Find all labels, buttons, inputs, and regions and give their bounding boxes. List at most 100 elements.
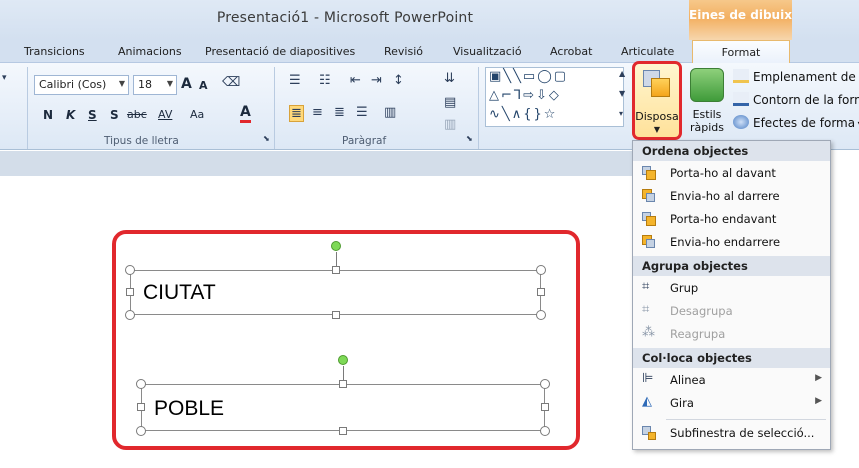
collapsed-group-icon[interactable]: ▾ — [2, 73, 7, 83]
textbox-poble[interactable]: POBLE — [141, 384, 545, 431]
menu-item-ungroup[interactable]: ⌗ Desagrupa — [633, 300, 830, 323]
resize-handle-corner[interactable] — [136, 426, 146, 436]
gallery-more-icon[interactable]: ▾ — [619, 109, 623, 118]
chevron-down-icon: ▼ — [855, 120, 859, 129]
tab-presentacio[interactable]: Presentació de diapositives — [205, 45, 355, 58]
menu-item-group[interactable]: ⌗ Grup — [633, 277, 830, 300]
menu-item-label: Desagrupa — [670, 304, 733, 318]
shapes-gallery[interactable]: ▣╲╲▭◯▢ △⌐⅂⇨⇩◇ ∿╲∧{}☆ — [485, 67, 624, 127]
rotate-handle[interactable] — [331, 241, 341, 251]
window-title: Presentació1 - Microsoft PowerPoint — [216, 10, 474, 26]
submenu-arrow-icon: ▶ — [815, 396, 822, 406]
shapes-row-1: ▣╲╲▭◯▢ — [489, 69, 569, 84]
menu-item-selection-pane[interactable]: Subfinestra de selecció... — [633, 422, 830, 445]
align-text-icon[interactable]: ▤ — [444, 95, 456, 110]
tab-transicions[interactable]: Transicions — [24, 45, 85, 58]
shapes-row-2: △⌐⅂⇨⇩◇ — [489, 88, 561, 103]
gallery-down-icon[interactable]: ▼ — [619, 89, 625, 98]
arrange-button[interactable]: Disposa ▼ — [632, 61, 682, 140]
italic-button[interactable]: K — [66, 106, 75, 124]
resize-handle-corner[interactable] — [540, 426, 550, 436]
resize-handle-corner[interactable] — [536, 310, 546, 320]
menu-item-label: Reagrupa — [670, 327, 726, 341]
menu-header-position: Col·loca objectes — [633, 348, 830, 368]
strikethrough-button[interactable]: abc — [127, 106, 147, 124]
send-to-back-icon — [642, 189, 656, 203]
regroup-icon: ⁂ — [642, 325, 655, 340]
decrease-indent-icon[interactable]: ⇤ — [350, 73, 361, 88]
resize-handle-edge[interactable] — [126, 288, 134, 296]
group-separator — [27, 67, 28, 149]
tab-articulate[interactable]: Articulate — [621, 45, 674, 58]
text-direction-icon[interactable]: ⇊ — [444, 71, 455, 86]
smartart-icon[interactable]: ▥ — [444, 117, 456, 132]
dialog-launcher-icon[interactable]: ⬊ — [263, 134, 270, 143]
shapes-row-3: ∿╲∧{}☆ — [489, 107, 558, 122]
gallery-up-icon[interactable]: ▲ — [619, 69, 625, 78]
resize-handle-corner[interactable] — [125, 265, 135, 275]
bullets-icon[interactable]: ☰ — [289, 73, 301, 88]
increase-indent-icon[interactable]: ⇥ — [371, 73, 382, 88]
resize-handle-corner[interactable] — [540, 379, 550, 389]
shrink-font-button[interactable]: A — [199, 77, 208, 95]
menu-item-align[interactable]: ⊫ Alinea ▶ — [633, 369, 830, 392]
columns-icon[interactable]: ▥ — [384, 105, 396, 120]
align-center-icon[interactable]: ≡ — [312, 105, 323, 120]
menu-item-label: Porta-ho al davant — [670, 166, 776, 180]
change-case-button[interactable]: Aa — [190, 106, 204, 124]
chevron-down-icon: ▼ — [118, 79, 125, 88]
menu-item-label: Alinea — [670, 373, 706, 387]
quick-styles-icon[interactable] — [690, 68, 724, 102]
shape-effects-button[interactable]: Efectes de forma ▼ — [733, 115, 859, 130]
tab-revisio[interactable]: Revisió — [384, 45, 423, 58]
resize-handle-edge[interactable] — [339, 380, 347, 388]
align-right-icon[interactable]: ≣ — [334, 105, 345, 120]
resize-handle-edge[interactable] — [137, 403, 145, 411]
shape-effects-label: Efectes de forma — [753, 116, 856, 130]
shape-outline-button[interactable]: Contorn de la forma — [733, 92, 859, 107]
resize-handle-corner[interactable] — [125, 310, 135, 320]
font-size-combo[interactable]: 18 ▼ — [133, 75, 177, 95]
menu-item-regroup[interactable]: ⁂ Reagrupa — [633, 323, 830, 346]
justify-icon[interactable]: ☰ — [356, 105, 368, 120]
tab-format[interactable]: Format — [692, 40, 790, 64]
clear-format-icon[interactable]: ⌫ — [222, 75, 240, 90]
align-icon: ⊫ — [642, 371, 654, 386]
resize-handle-corner[interactable] — [536, 265, 546, 275]
underline-button[interactable]: S — [88, 106, 97, 124]
bold-button[interactable]: N — [43, 106, 53, 124]
resize-handle-edge[interactable] — [541, 403, 549, 411]
tab-animacions[interactable]: Animacions — [118, 45, 182, 58]
align-left-icon[interactable]: ≣ — [289, 105, 304, 122]
font-color-button[interactable]: A — [240, 104, 251, 123]
menu-item-label: Subfinestra de selecció... — [670, 426, 815, 440]
menu-item-bring-to-front[interactable]: Porta-ho al davant — [633, 162, 830, 185]
rotate-handle[interactable] — [338, 355, 348, 365]
quick-styles-label-2: ràpids — [689, 121, 724, 134]
grow-font-button[interactable]: A — [181, 75, 192, 93]
menu-item-send-backward[interactable]: Envia-ho endarrere — [633, 231, 830, 254]
numbering-icon[interactable]: ☷ — [319, 73, 331, 88]
tab-acrobat[interactable]: Acrobat — [550, 45, 592, 58]
resize-handle-edge[interactable] — [339, 427, 347, 435]
font-name-combo[interactable]: Calibri (Cos) ▼ — [34, 75, 129, 95]
dialog-launcher-icon[interactable]: ⬊ — [466, 134, 473, 143]
resize-handle-corner[interactable] — [136, 379, 146, 389]
menu-item-rotate[interactable]: ◭ Gira ▶ — [633, 392, 830, 415]
paint-bucket-icon — [733, 69, 749, 83]
resize-handle-edge[interactable] — [332, 311, 340, 319]
group-icon: ⌗ — [642, 279, 650, 294]
shape-fill-button[interactable]: Emplenament de fo — [733, 69, 859, 84]
menu-item-bring-forward[interactable]: Porta-ho endavant — [633, 208, 830, 231]
char-spacing-button[interactable]: AV — [158, 106, 172, 124]
resize-handle-edge[interactable] — [537, 288, 545, 296]
resize-handle-edge[interactable] — [332, 266, 340, 274]
textbox-ciutat[interactable]: CIUTAT — [130, 270, 541, 315]
shadow-button[interactable]: S — [110, 106, 119, 124]
quick-styles-label-1: Estils — [692, 108, 722, 121]
menu-item-send-to-back[interactable]: Envia-ho al darrere — [633, 185, 830, 208]
quick-styles-button[interactable]: Estils ràpids — [686, 108, 728, 134]
drawing-tools-context-header: Eines de dibuix — [689, 0, 792, 40]
line-spacing-icon[interactable]: ↕ — [393, 73, 404, 88]
tab-visualitzacio[interactable]: Visualització — [453, 45, 522, 58]
